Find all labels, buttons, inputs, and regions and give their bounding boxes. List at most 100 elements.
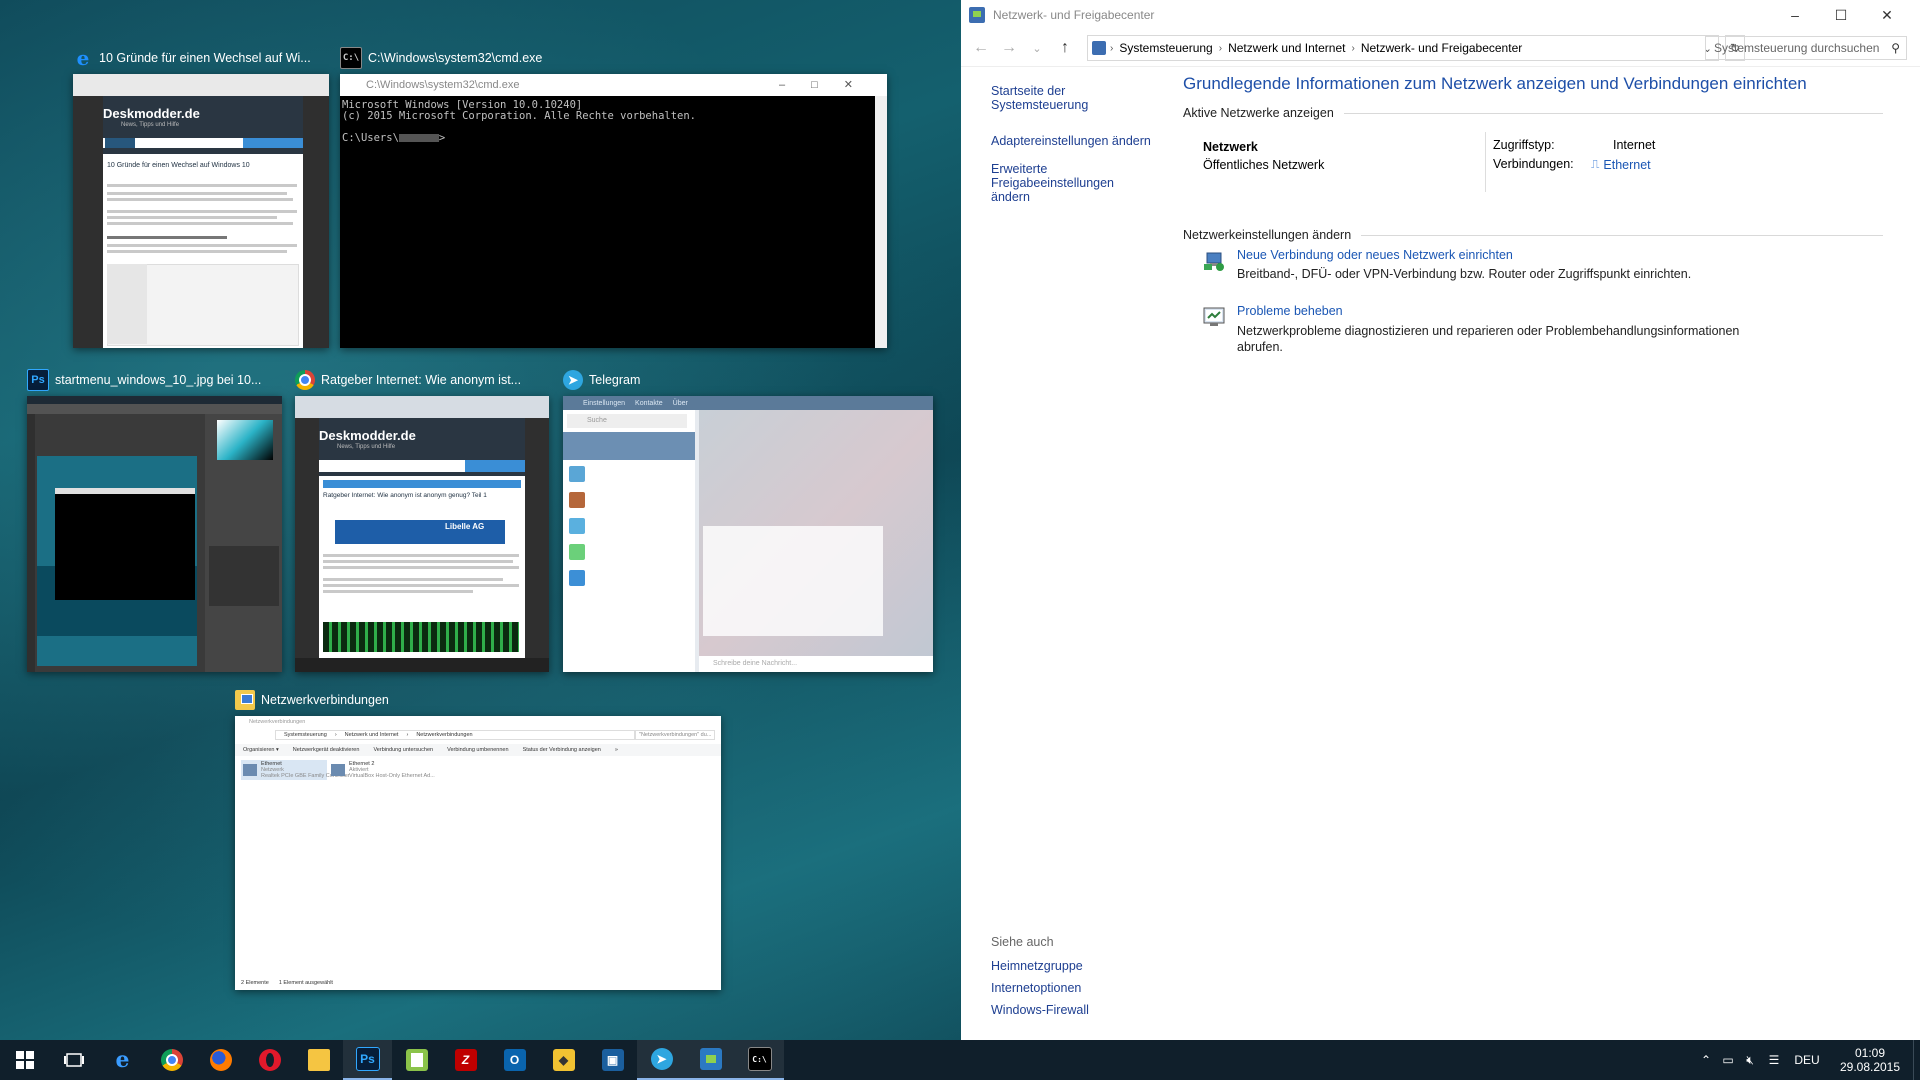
taskview-button[interactable] <box>49 1040 98 1080</box>
photoshop-thumbnail <box>27 396 282 672</box>
link-homegroup[interactable]: Heimnetzgruppe <box>991 959 1089 973</box>
taskbar-edge[interactable]: e <box>98 1040 147 1080</box>
link-adapter-settings[interactable]: Adaptereinstellungen ändern <box>991 134 1161 148</box>
address-control-panel-icon <box>1092 41 1106 55</box>
breadcrumb-netzwerk-internet[interactable]: Netzwerk und Internet <box>1228 41 1345 55</box>
taskview-window-title: C:\Windows\system32\cmd.exe <box>368 51 543 65</box>
taskview-window-telegram[interactable]: ➤ Telegram Einstellungen Kontakte Über S… <box>563 370 938 672</box>
maximize-button[interactable]: ☐ <box>1818 0 1864 30</box>
netconn-breadcrumb: Netzwerkverbindungen <box>416 732 473 738</box>
taskbar-notepadpp[interactable] <box>392 1040 441 1080</box>
taskview-window-edge[interactable]: e 10 Gründe für einen Wechsel auf Wi... … <box>73 46 333 348</box>
cmd-thumbnail: C:\Windows\system32\cmd.exe –□✕ Microsof… <box>340 74 887 348</box>
troubleshoot-link[interactable]: Probleme beheben <box>1237 304 1343 318</box>
language-indicator[interactable]: DEU <box>1787 1053 1827 1067</box>
taskbar-explorer[interactable] <box>294 1040 343 1080</box>
show-desktop-button[interactable] <box>1913 1040 1920 1080</box>
thumb-site-tagline: News, Tipps und Hilfe <box>121 122 180 128</box>
taskbar-control-panel[interactable] <box>686 1040 735 1080</box>
taskview-window-photoshop[interactable]: Ps startmenu_windows_10_.jpg bei 10... <box>27 369 287 672</box>
recent-dropdown-icon[interactable]: ⌄ <box>1023 42 1051 55</box>
new-connection-icon <box>1203 250 1225 272</box>
link-control-panel-home[interactable]: Startseite der Systemsteuerung <box>991 84 1161 112</box>
taskview-window-title: Ratgeber Internet: Wie anonym ist... <box>321 373 522 387</box>
network-connections-icon <box>235 690 255 710</box>
telegram-search: Suche <box>567 414 687 428</box>
taskbar-photoshop[interactable]: Ps <box>343 1040 392 1080</box>
chevron-up-icon[interactable]: ⌃ <box>1695 1053 1717 1067</box>
taskbar-opera[interactable] <box>245 1040 294 1080</box>
access-type-label: Zugriffstyp: <box>1493 138 1555 152</box>
control-panel-icon <box>969 7 985 23</box>
taskbar-filezilla[interactable]: Z <box>441 1040 490 1080</box>
taskview-window-netconn[interactable]: Netzwerkverbindungen Netzwerkverbindunge… <box>235 690 725 990</box>
close-button[interactable]: ✕ <box>1864 0 1910 30</box>
active-networks-heading: Aktive Netzwerke anzeigen <box>1183 106 1334 120</box>
start-button[interactable] <box>0 1040 49 1080</box>
taskview-icon <box>63 1053 84 1067</box>
edge-thumbnail: Deskmodder.de News, Tipps und Hilfe 10 G… <box>73 74 329 348</box>
troubleshoot-desc: Netzwerkprobleme diagnostizieren und rep… <box>1237 324 1740 354</box>
task-troubleshoot: Probleme beheben Netzwerkprobleme diagno… <box>1183 302 1883 362</box>
adapter-device: VirtualBox Host-Only Ethernet Ad... <box>349 773 435 779</box>
taskbar-outlook[interactable]: O <box>490 1040 539 1080</box>
breadcrumb-systemsteuerung[interactable]: Systemsteuerung <box>1119 41 1212 55</box>
notepadpp-icon <box>405 1049 428 1071</box>
search-icon: ⚲ <box>1891 41 1900 55</box>
taskbar-telegram[interactable]: ➤ <box>637 1040 686 1080</box>
system-tray: ⌃ ▭ 🔇︎ ☰ DEU 01:09 29.08.2015 <box>1695 1040 1920 1080</box>
link-advanced-sharing[interactable]: Erweiterte Freigabeeinstellungen ändern <box>991 162 1141 204</box>
taskbar: e Ps Z O ◆ ▣ ➤ C:\ ⌃ ▭ 🔇︎ ☰ DEU 01:09 29… <box>0 1040 1920 1080</box>
thumb-ad-label: Libelle AG <box>445 522 485 531</box>
breadcrumb-freigabecenter[interactable]: Netzwerk- und Freigabecenter <box>1361 41 1522 55</box>
taskbar-firefox[interactable] <box>196 1040 245 1080</box>
change-settings-heading: Netzwerkeinstellungen ändern <box>1183 228 1352 242</box>
netconn-toolbar-item: Organisieren ▾ <box>243 747 279 753</box>
ethernet-link[interactable]: Ethernet <box>1603 158 1650 172</box>
cmd-line: (c) 2015 Microsoft Corporation. Alle Rec… <box>342 110 697 122</box>
telegram-thumbnail: Einstellungen Kontakte Über Suche Schrei… <box>563 396 933 672</box>
link-windows-firewall[interactable]: Windows-Firewall <box>991 1003 1089 1017</box>
active-network-panel: Netzwerk Öffentliches Netzwerk Zugriffst… <box>1183 120 1883 194</box>
volume-muted-icon[interactable]: 🔇︎ <box>1739 1053 1761 1068</box>
action-center-icon[interactable]: ☰ <box>1761 1053 1787 1067</box>
netconn-toolbar-item: Verbindung untersuchen <box>373 747 434 753</box>
ethernet-icon: ⎍ <box>1591 157 1600 171</box>
outlook-icon: O <box>503 1049 526 1071</box>
network-tray-icon[interactable]: ▭ <box>1717 1053 1739 1067</box>
start-icon <box>15 1051 34 1069</box>
thumb-site-logo: Deskmodder.de <box>319 428 416 443</box>
control-panel-icon <box>699 1048 722 1070</box>
address-bar[interactable]: › Systemsteuerung › Netzwerk und Interne… <box>1087 35 1719 61</box>
taskbar-virtualbox[interactable]: ▣ <box>588 1040 637 1080</box>
telegram-menu-item: Kontakte <box>635 399 663 407</box>
up-arrow-icon[interactable]: ↑ <box>1051 39 1079 57</box>
taskview-window-cmd[interactable]: C:\ C:\Windows\system32\cmd.exe C:\Windo… <box>340 47 890 348</box>
netconn-toolbar-item: Status der Verbindung anzeigen <box>522 747 601 753</box>
taskbar-keepass[interactable]: ◆ <box>539 1040 588 1080</box>
search-input[interactable]: Systemsteuerung durchsuchen ⚲ <box>1705 36 1907 60</box>
clock[interactable]: 01:09 29.08.2015 <box>1827 1046 1913 1074</box>
filezilla-icon: Z <box>454 1049 477 1071</box>
telegram-icon: ➤ <box>563 370 583 390</box>
network-type: Öffentliches Netzwerk <box>1203 158 1325 172</box>
netconn-status-selected: 1 Element ausgewählt <box>278 980 333 986</box>
netconn-status-count: 2 Elemente <box>241 980 269 986</box>
access-type-value: Internet <box>1613 138 1656 152</box>
chrome-thumbnail: Deskmodder.de News, Tipps und Hilfe Ratg… <box>295 396 549 672</box>
taskbar-cmd[interactable]: C:\ <box>735 1040 784 1080</box>
forward-arrow-icon[interactable]: → <box>995 39 1023 57</box>
network-name: Netzwerk <box>1203 140 1258 154</box>
firefox-icon <box>209 1049 232 1071</box>
link-internet-options[interactable]: Internetoptionen <box>991 981 1089 995</box>
minimize-button[interactable]: – <box>1772 0 1818 30</box>
back-arrow-icon[interactable]: ← <box>967 39 995 57</box>
keepass-icon: ◆ <box>552 1049 575 1071</box>
cmd-prompt: C:\Users\ <box>342 132 399 144</box>
netconn-thumbnail: Netzwerkverbindungen Systemsteuerung › N… <box>235 716 721 990</box>
taskview-window-chrome[interactable]: Ratgeber Internet: Wie anonym ist... Des… <box>295 370 555 672</box>
taskbar-chrome[interactable] <box>147 1040 196 1080</box>
new-connection-link[interactable]: Neue Verbindung oder neues Netzwerk einr… <box>1237 248 1513 262</box>
taskview-window-title: startmenu_windows_10_.jpg bei 10... <box>55 373 262 387</box>
clock-date: 29.08.2015 <box>1839 1060 1901 1074</box>
